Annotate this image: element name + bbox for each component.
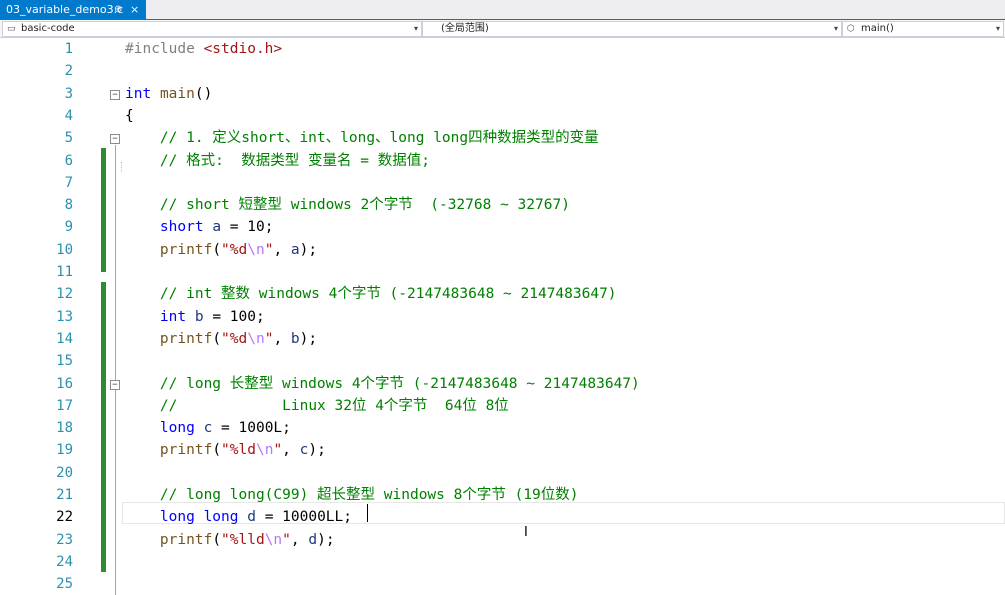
code-line[interactable]: 1 #include <stdio.h> bbox=[0, 38, 1005, 60]
code-text: // int 整数 windows 4个字节 (-2147483648 ~ 21… bbox=[125, 286, 617, 303]
code-line[interactable]: 3 − int main() bbox=[0, 83, 1005, 105]
code-text: // long 长整型 windows 4个字节 (-2147483648 ~ … bbox=[125, 375, 640, 392]
text-caret bbox=[367, 504, 368, 522]
code-line[interactable]: 14 printf("%d\n", b); bbox=[0, 328, 1005, 350]
line-number: 12 bbox=[56, 286, 73, 303]
line-number: 7 bbox=[64, 174, 73, 191]
chevron-down-icon: ▾ bbox=[413, 24, 418, 33]
line-number: 20 bbox=[56, 464, 73, 481]
line-number: 13 bbox=[56, 308, 73, 325]
line-number: 22 bbox=[56, 509, 73, 526]
navigation-bar: ▭ basic-code ▾ (全局范围) ▾ ⬡ main() ▾ bbox=[0, 20, 1005, 38]
code-line[interactable]: 22 long long d = 10000LL; bbox=[0, 506, 1005, 528]
cube-icon: ⬡ bbox=[847, 24, 855, 34]
code-text: // 1. 定义short、int、long、long long四种数据类型的变… bbox=[125, 130, 599, 147]
line-number: 14 bbox=[56, 330, 73, 347]
code-line[interactable]: 16 − // long 长整型 windows 4个字节 (-214748364… bbox=[0, 373, 1005, 395]
line-number: 3 bbox=[64, 85, 73, 102]
code-text: // Linux 32位 4个字节 64位 8位 bbox=[125, 397, 509, 414]
function-dropdown[interactable]: ⬡ main() ▾ bbox=[842, 21, 1004, 37]
line-number: 5 bbox=[64, 130, 73, 147]
fold-toggle-icon[interactable]: − bbox=[110, 134, 120, 145]
pin-icon[interactable]: ⊕ bbox=[114, 0, 122, 19]
code-line[interactable]: 2 bbox=[0, 60, 1005, 82]
code-text: short a = 10; bbox=[159, 219, 274, 236]
code-text: int main() bbox=[125, 85, 213, 102]
code-text: #include <stdio.h> bbox=[125, 41, 283, 57]
line-number: 4 bbox=[64, 107, 73, 124]
tab-title: 03_variable_demo3.c bbox=[6, 3, 124, 16]
code-text: int b = 100; bbox=[159, 308, 265, 325]
code-text: // 格式: 数据类型 变量名 = 数据值; bbox=[125, 152, 430, 169]
line-number: 1 bbox=[64, 41, 73, 57]
function-label: main() bbox=[861, 23, 894, 34]
line-number: 18 bbox=[56, 420, 73, 437]
code-editor[interactable]: 1 #include <stdio.h> 2 3− int main() 4{5− // … bbox=[0, 38, 1005, 595]
project-dropdown[interactable]: ▭ basic-code ▾ bbox=[2, 21, 422, 37]
line-number: 21 bbox=[56, 487, 73, 503]
tab-file[interactable]: 03_variable_demo3.c ⊕ × bbox=[0, 0, 146, 19]
mouse-ibeam-icon: Ⅰ bbox=[524, 525, 528, 540]
fold-toggle-icon[interactable]: − bbox=[110, 379, 120, 390]
line-number: 9 bbox=[64, 219, 73, 236]
code-line[interactable]: 21 // long long(C99) 超长整型 windows 8个字节 (… bbox=[0, 484, 1005, 506]
code-line[interactable]: 13 int b = 100; bbox=[0, 306, 1005, 328]
code-line[interactable]: 6 // 格式: 数据类型 变量名 = 数据值; bbox=[0, 150, 1005, 172]
line-number: 24 bbox=[56, 553, 73, 570]
code-line[interactable]: 23 printf("%lld\n", d); bbox=[0, 529, 1005, 551]
code-line[interactable]: 20 bbox=[0, 462, 1005, 484]
chevron-down-icon: ▾ bbox=[995, 24, 1000, 33]
code-line[interactable]: 24 bbox=[0, 551, 1005, 573]
code-line[interactable]: 8 // short 短整型 windows 2个字节 (-32768 ~ 32… bbox=[0, 194, 1005, 216]
code-text: printf("%ld\n", c); bbox=[159, 442, 326, 459]
code-text: { bbox=[125, 107, 134, 124]
close-icon[interactable]: × bbox=[130, 0, 139, 19]
line-number: 25 bbox=[56, 576, 73, 593]
chevron-down-icon: ▾ bbox=[833, 24, 838, 33]
code-text: printf("%d\n", b); bbox=[159, 330, 318, 347]
code-text: printf("%lld\n", d); bbox=[159, 531, 335, 548]
code-line[interactable]: 25 bbox=[0, 573, 1005, 595]
tab-bar: 03_variable_demo3.c ⊕ × bbox=[0, 0, 1005, 20]
project-icon: ▭ bbox=[7, 24, 16, 34]
code-line[interactable]: 4{ bbox=[0, 105, 1005, 127]
line-number: 17 bbox=[56, 397, 73, 414]
line-number: 8 bbox=[64, 197, 73, 214]
code-line[interactable]: 18 long c = 1000L; bbox=[0, 417, 1005, 439]
fold-toggle-icon[interactable]: − bbox=[110, 89, 120, 100]
line-number: 19 bbox=[56, 442, 73, 459]
code-line[interactable]: 12 // int 整数 windows 4个字节 (-2147483648 ~… bbox=[0, 283, 1005, 305]
line-number: 23 bbox=[56, 531, 73, 548]
line-number: 10 bbox=[56, 241, 73, 258]
code-line[interactable]: 19 printf("%ld\n", c); bbox=[0, 439, 1005, 461]
code-text: long c = 1000L; bbox=[159, 420, 291, 437]
code-text: // short 短整型 windows 2个字节 (-32768 ~ 3276… bbox=[125, 197, 570, 214]
code-line[interactable]: 7 bbox=[0, 172, 1005, 194]
code-text: printf("%d\n", a); bbox=[159, 241, 318, 258]
scope-dropdown[interactable]: (全局范围) ▾ bbox=[422, 21, 842, 37]
line-number: 16 bbox=[56, 375, 73, 392]
code-line[interactable]: 15 bbox=[0, 350, 1005, 372]
code-text: long long d = 10000LL; bbox=[159, 509, 352, 526]
line-number: 6 bbox=[64, 152, 73, 169]
line-number: 15 bbox=[56, 353, 73, 370]
line-number: 2 bbox=[64, 63, 73, 80]
line-number: 11 bbox=[56, 264, 73, 280]
code-line[interactable]: 9 short a = 10; bbox=[0, 216, 1005, 238]
code-line[interactable]: 11 bbox=[0, 261, 1005, 283]
code-line[interactable]: 10 printf("%d\n", a); bbox=[0, 239, 1005, 261]
code-line[interactable]: 5 − // 1. 定义short、int、long、long long四种数据类… bbox=[0, 127, 1005, 149]
project-label: basic-code bbox=[21, 23, 75, 34]
scope-label: (全局范围) bbox=[441, 23, 489, 34]
code-text: // long long(C99) 超长整型 windows 8个字节 (19位… bbox=[125, 487, 579, 503]
code-line[interactable]: 17 // Linux 32位 4个字节 64位 8位 bbox=[0, 395, 1005, 417]
